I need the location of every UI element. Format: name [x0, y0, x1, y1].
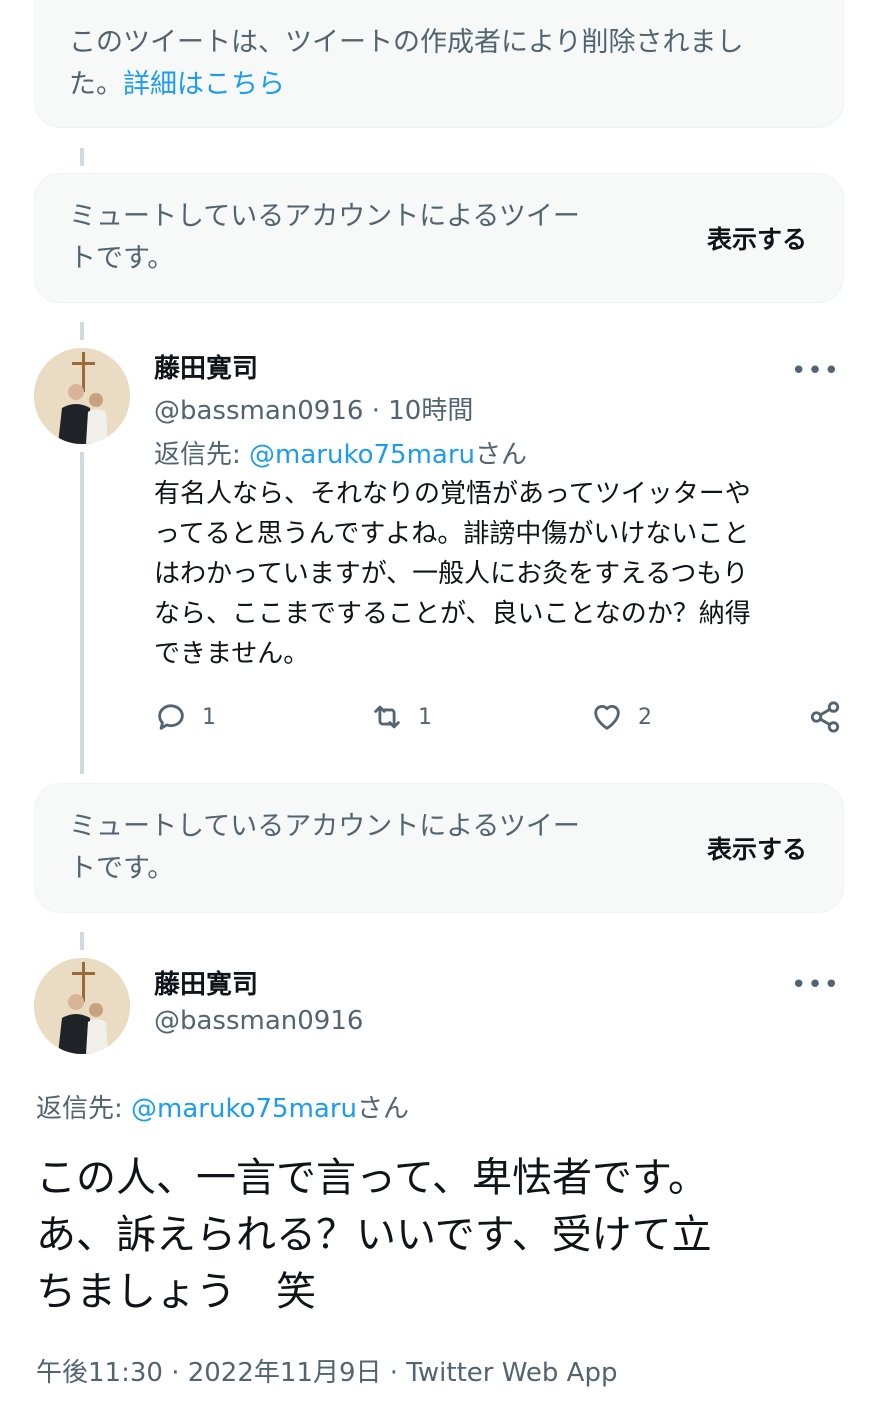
thread-line [80, 452, 84, 774]
reply-icon [158, 704, 184, 730]
deleted-tweet-notice: このツイートは、ツイートの作成者により削除されまし た。詳細はこちら [34, 0, 844, 128]
avatar[interactable] [34, 958, 130, 1054]
author-handle-time: @bassman0916 · 10時間 [154, 390, 473, 427]
author-handle[interactable]: @bassman0916 [154, 1006, 363, 1036]
retweet-button[interactable]: 1 [370, 700, 432, 734]
heart-icon [594, 705, 620, 730]
separator-dot: · [371, 396, 380, 426]
deleted-notice-line1: このツイートは、ツイートの作成者により削除されまし [69, 27, 744, 58]
reply-to-user-link[interactable]: @maruko75maru [131, 1094, 357, 1124]
deleted-notice-line2: た。 [69, 69, 123, 100]
reply-to: 返信先: @maruko75maruさん [154, 440, 528, 470]
muted-notice-text: ミュートしているアカウントによるツイー トです。 [69, 806, 580, 890]
thread-line [80, 322, 84, 340]
muted-notice-line1: ミュートしているアカウントによるツイー [69, 201, 580, 232]
author-name[interactable]: 藤田寛司 [154, 964, 258, 1001]
reply-to-user-link[interactable]: @maruko75maru [249, 440, 475, 470]
avatar[interactable] [34, 348, 130, 444]
avatar-photo-icon [34, 958, 130, 1054]
share-button[interactable] [808, 700, 842, 734]
avatar-photo-icon [34, 348, 130, 444]
tweet-time[interactable]: 10時間 [388, 396, 473, 426]
retweet-icon [374, 705, 400, 729]
thread-line [80, 148, 84, 166]
share-icon [810, 701, 840, 733]
thread-line [80, 932, 84, 950]
author-name[interactable]: 藤田寛司 [154, 348, 258, 385]
more-options-icon[interactable]: ••• [791, 970, 840, 1000]
tweet-body: この人、一言で言って、卑怯者です。 あ、訴えられる？いいです、受けて立 ちましょ… [36, 1155, 712, 1315]
muted-notice-line1: ミュートしているアカウントによるツイー [69, 811, 580, 842]
like-count: 2 [638, 704, 652, 730]
muted-tweet-notice: ミュートしているアカウントによるツイー トです。 表示する [34, 173, 844, 303]
muted-notice-text: ミュートしているアカウントによるツイー トです。 [69, 196, 580, 280]
more-options-icon[interactable]: ••• [791, 356, 840, 386]
author-handle[interactable]: @bassman0916 [154, 396, 363, 426]
reply-to: 返信先: @maruko75maruさん [36, 1094, 410, 1124]
show-muted-button[interactable]: 表示する [707, 830, 807, 866]
tweet-body: 有名人なら、それなりの覚悟があってツイッターや ってると思うんですよね。誹謗中傷… [154, 479, 751, 669]
reply-button[interactable]: 1 [154, 700, 216, 734]
retweet-count: 1 [418, 704, 432, 730]
reply-count: 1 [202, 704, 216, 730]
learn-more-link[interactable]: 詳細はこちら [123, 69, 285, 100]
muted-notice-line2: トです。 [69, 243, 175, 274]
muted-tweet-notice: ミュートしているアカウントによるツイー トです。 表示する [34, 783, 844, 913]
deleted-notice-text: このツイートは、ツイートの作成者により削除されまし た。詳細はこちら [69, 22, 743, 106]
like-button[interactable]: 2 [590, 700, 652, 734]
show-muted-button[interactable]: 表示する [707, 220, 807, 256]
muted-notice-line2: トです。 [69, 853, 175, 884]
tweet-meta: 午後11:30 · 2022年11月9日 · Twitter Web App [36, 1358, 618, 1388]
